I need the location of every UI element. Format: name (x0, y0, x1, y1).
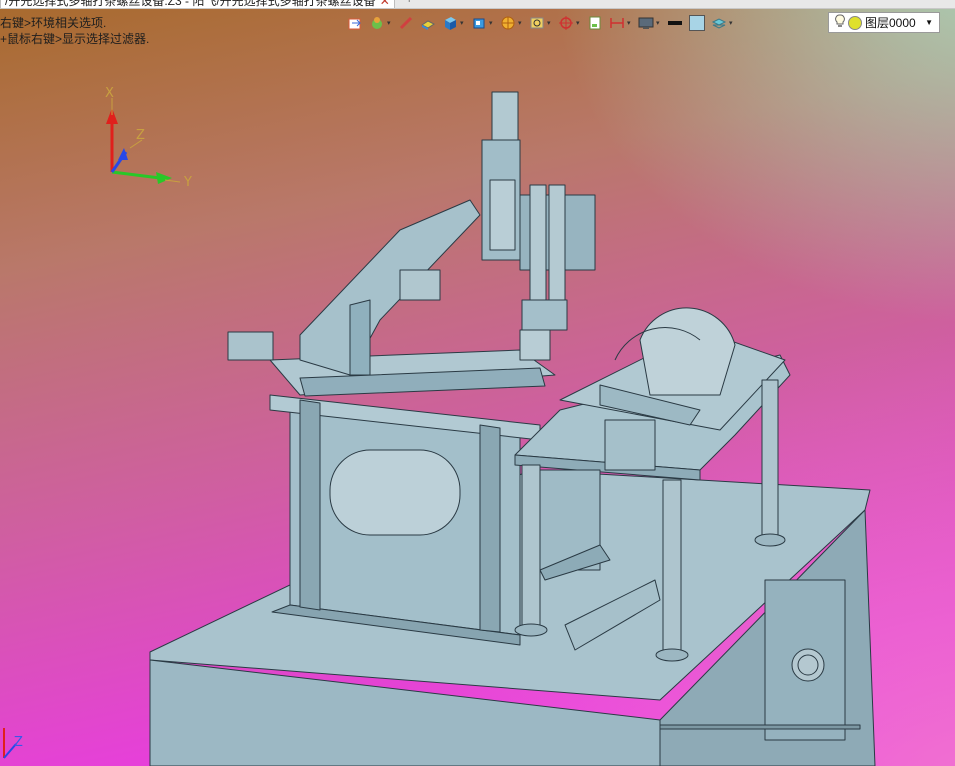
chevron-down-icon[interactable]: ▾ (656, 19, 662, 27)
chevron-down-icon[interactable]: ▾ (729, 19, 735, 27)
cooling-fan (791, 648, 825, 682)
target-icon[interactable] (557, 14, 575, 32)
wireframe-box-icon[interactable] (419, 14, 437, 32)
document-tab[interactable]: /开先选择式多轴打条螺丝设备.Z3 - 阳飞/开先选择式多轴打条螺丝设备 ✕ (0, 0, 395, 8)
pillar-3 (761, 379, 779, 541)
cube-dropdown-icon[interactable] (470, 14, 488, 32)
axis-x-label: X (105, 86, 114, 101)
pillar-2 (662, 479, 682, 651)
fill-color-swatch (689, 15, 705, 31)
close-icon[interactable]: ✕ (380, 0, 390, 8)
line-color-swatch (668, 21, 682, 25)
3d-viewport[interactable]: X Y Z Z 右键>环境相关选项. +鼠标右键>显示选择过滤器. ▾ ▾ ▾ … (0, 0, 955, 766)
layer-select[interactable]: 图层0000 ▼ (828, 12, 940, 33)
rotary-fixture (639, 307, 736, 396)
line-color-icon[interactable] (666, 14, 684, 32)
view-toolbar: ▾ ▾ ▾ ▾ ▾ ▾ ▾ ▾ ▾ (346, 11, 735, 35)
view-import-icon[interactable] (346, 14, 364, 32)
lightbulb-icon[interactable] (835, 14, 845, 31)
spindle-2 (548, 184, 566, 306)
chevron-down-icon[interactable]: ▾ (387, 19, 393, 27)
layers-icon[interactable] (710, 14, 728, 32)
layer-color-dot (848, 15, 862, 30)
document-tab-title: /开先选择式多轴打条螺丝设备.Z3 - 阳飞/开先选择式多轴打条螺丝设备 (5, 0, 376, 8)
z-axis-motor (491, 91, 519, 143)
hint-line-1: 右键>环境相关选项. (0, 16, 107, 30)
zoom-box-icon[interactable] (528, 14, 546, 32)
chevron-down-icon[interactable]: ▼ (925, 18, 933, 27)
chevron-down-icon[interactable]: ▾ (627, 19, 633, 27)
machine-model[interactable] (0, 0, 955, 766)
page-icon[interactable] (586, 14, 604, 32)
chevron-down-icon[interactable]: ▾ (460, 19, 466, 27)
chevron-down-icon[interactable]: ▾ (547, 19, 553, 27)
fill-color-icon[interactable] (688, 14, 706, 32)
chevron-down-icon[interactable]: ▾ (518, 19, 524, 27)
corner-z-label: Z (14, 735, 23, 750)
shaded-cube-icon[interactable] (441, 14, 459, 32)
section-wheel-icon[interactable] (499, 14, 517, 32)
hint-line-2: +鼠标右键>显示选择过滤器. (0, 32, 150, 46)
axis-y-label: Y (184, 175, 192, 190)
pen-icon[interactable] (397, 14, 415, 32)
chevron-down-icon[interactable]: ▾ (576, 19, 582, 27)
axis-z-label: Z (136, 128, 145, 143)
layer-name: 图层0000 (865, 16, 916, 30)
chevron-down-icon[interactable]: ▾ (489, 19, 495, 27)
render-mode-icon[interactable] (368, 14, 386, 32)
monitor-icon[interactable] (637, 14, 655, 32)
dimension-icon[interactable] (608, 14, 626, 32)
spindle-1 (529, 184, 547, 306)
document-tab-strip: /开先选择式多轴打条螺丝设备.Z3 - 阳飞/开先选择式多轴打条螺丝设备 ✕ + (0, 0, 955, 9)
pillar-1 (521, 464, 541, 626)
new-tab-button[interactable]: + (406, 0, 412, 6)
gantry-window (329, 449, 461, 536)
gantry-arm (299, 199, 481, 376)
